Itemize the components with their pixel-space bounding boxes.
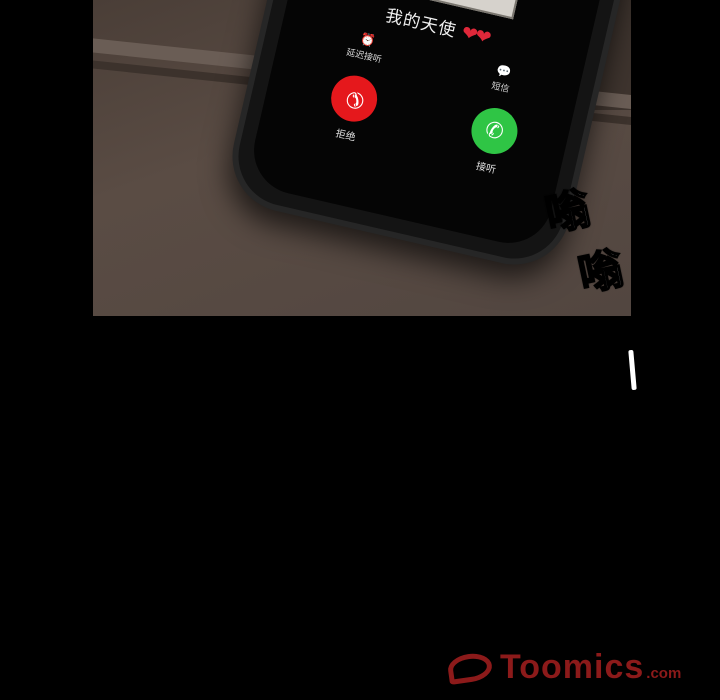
accept-button[interactable]: ✆: [466, 103, 523, 159]
comic-panel: 我的天使❤❤ ⏰ 延迟接听 💬 短信 ✆ 拒绝 ✆ 接听: [93, 0, 631, 316]
message-button[interactable]: 💬 短信: [465, 57, 540, 101]
caller-name: 我的天使: [383, 5, 459, 42]
watermark-tld: .com: [646, 665, 682, 682]
phone-hangup-icon: ✆: [339, 83, 369, 115]
hearts-icon: ❤❤: [459, 21, 492, 50]
phone-icon: ✆: [482, 116, 507, 146]
alarm-clock-icon: ⏰: [358, 31, 377, 49]
message-label: 短信: [490, 81, 511, 96]
decline-label: 拒绝: [334, 128, 357, 144]
remind-later-label: 延迟接听: [345, 47, 383, 66]
speech-bubble-icon: 💬: [495, 63, 513, 81]
remind-later-button[interactable]: ⏰ 延迟接听: [329, 25, 404, 69]
toomics-logo-icon: [446, 651, 494, 685]
decline-button[interactable]: ✆: [326, 71, 382, 127]
watermark-brand: Toomics: [500, 648, 645, 686]
toomics-watermark: Toomics .com: [446, 648, 682, 687]
accept-label: 接听: [474, 160, 497, 177]
sound-effect-stroke: [628, 349, 637, 391]
